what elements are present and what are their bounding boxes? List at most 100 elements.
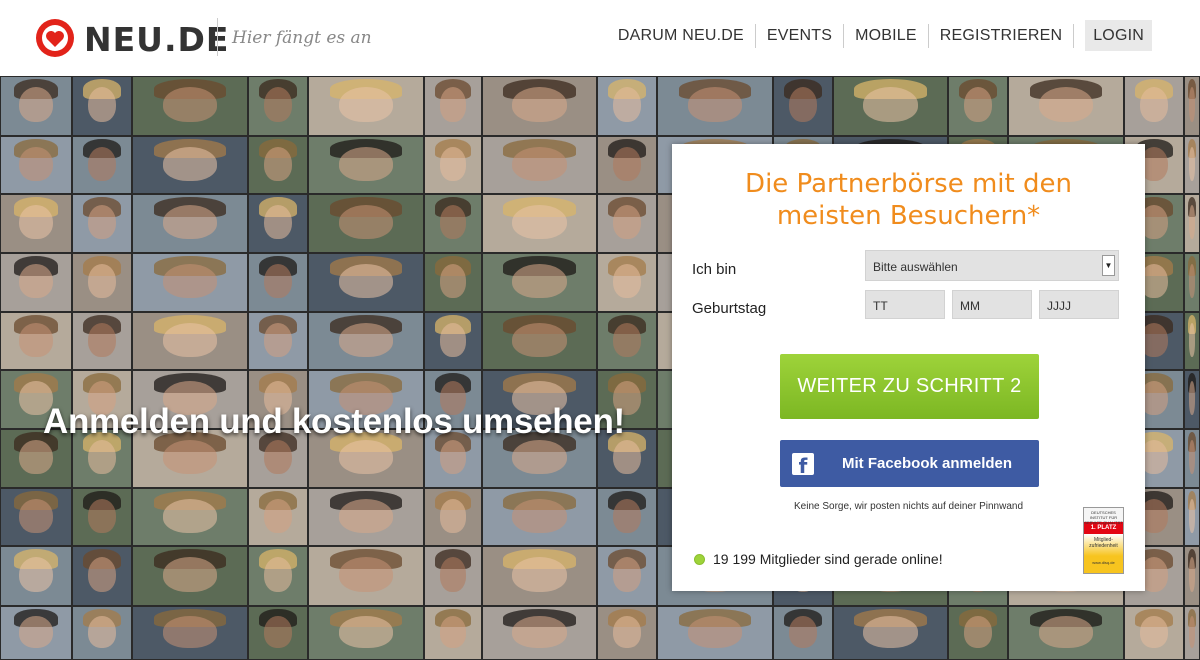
gender-select[interactable]: Bitte auswählen ▼ [865,250,1119,281]
next-step-button[interactable]: WEITER ZU SCHRITT 2 [780,354,1039,419]
facebook-login-button[interactable]: f Mit Facebook anmelden [780,440,1039,487]
member-photo [249,607,307,659]
member-photo [1,489,71,545]
facebook-note: Keine Sorge, wir posten nichts auf deine… [793,501,1024,512]
member-photo [133,489,247,545]
member-photo [949,607,1007,659]
chevron-down-icon[interactable]: ▼ [1102,255,1115,276]
member-photo [774,77,832,135]
birthday-day-field[interactable]: TT [865,290,945,319]
member-photo [73,137,131,193]
member-photo [834,607,947,659]
member-photo [425,607,481,659]
online-dot-icon [694,553,705,565]
member-photo [598,137,656,193]
signup-panel: Die Partnerbörse mit den meisten Besuche… [672,144,1145,591]
member-photo [1185,430,1199,487]
member-photo [1009,77,1123,135]
member-photo [949,77,1007,135]
member-photo [425,489,481,545]
member-photo [1185,371,1199,428]
member-photo [1185,195,1199,252]
nav-events[interactable]: EVENTS [756,20,843,51]
member-photo [133,547,247,605]
member-photo [425,77,481,135]
panel-title: Die Partnerbörse mit den meisten Besuche… [672,168,1145,232]
member-photo [249,195,307,252]
member-photo [658,77,772,135]
member-photo [1185,489,1199,545]
member-photo [309,137,423,193]
gender-label: Ich bin [692,261,737,278]
member-photo [1185,137,1199,193]
birthday-year-field[interactable]: JJJJ [1039,290,1119,319]
birthday-label: Geburtstag [692,300,767,317]
panel-title-line1: Die Partnerbörse mit den [745,169,1072,199]
member-photo [73,607,131,659]
header-divider [217,18,218,56]
member-photo [73,254,131,311]
nav-registrieren[interactable]: REGISTRIEREN [929,20,1073,51]
member-photo [1185,607,1199,659]
award-header: DEUTSCHES INSTITUT FÜR SERVICE-QUALITÄT [1084,508,1123,525]
member-photo [425,137,481,193]
login-button[interactable]: LOGIN [1085,20,1152,51]
member-photo [598,547,656,605]
panel-title-line2: meisten Besuchern* [776,201,1041,231]
member-photo [1,77,71,135]
member-photo [598,489,656,545]
nav-darum-neu-de[interactable]: DARUM NEU.DE [607,20,755,51]
member-photo [1,547,71,605]
member-photo [73,547,131,605]
member-photo [483,77,596,135]
member-photo [1185,77,1199,135]
member-photo [483,137,596,193]
brand-name[interactable]: NEU.DE [84,20,229,59]
facebook-button-label: Mit Facebook anmelden [842,455,1013,472]
award-badge[interactable]: DEUTSCHES INSTITUT FÜR SERVICE-QUALITÄT … [1083,507,1124,574]
member-photo [598,77,656,135]
member-photo [1125,607,1183,659]
member-photo [598,313,656,369]
member-photo [483,195,596,252]
member-photo [598,607,656,659]
member-photo [483,489,596,545]
member-photo [133,195,247,252]
member-photo [249,313,307,369]
heart-logo-icon[interactable] [34,17,76,59]
member-photo [658,607,772,659]
nav-separator [1073,23,1075,48]
member-photo [483,547,596,605]
tagline: Hier fängt es an [232,28,372,48]
member-photo [133,607,247,659]
member-photo [483,313,596,369]
member-photo [425,254,481,311]
member-photo [309,77,423,135]
member-photo [133,77,247,135]
award-subtitle: Mitglied-zufriedenheit [1084,534,1123,556]
member-photo [598,254,656,311]
member-photo [133,137,247,193]
member-photo [73,489,131,545]
member-photo [1185,254,1199,311]
member-photo [1185,313,1199,369]
member-photo [309,195,423,252]
gender-select-value: Bitte auswählen [873,260,958,274]
nav-mobile[interactable]: MOBILE [844,20,928,51]
member-photo [483,254,596,311]
hero-headline: Anmelden und kostenlos umsehen! [43,402,625,441]
member-photo [133,254,247,311]
member-photo [309,313,423,369]
member-photo [73,77,131,135]
member-photo [774,607,832,659]
online-status: 19 199 Mitglieder sind gerade online! [694,551,943,567]
member-photo [834,77,947,135]
member-photo [249,77,307,135]
member-photo [309,607,423,659]
main-nav: DARUM NEU.DE EVENTS MOBILE REGISTRIEREN … [607,20,1152,51]
birthday-month-field[interactable]: MM [952,290,1032,319]
site-header: NEU.DE Hier fängt es an DARUM NEU.DE EVE… [0,0,1200,76]
member-photo [249,254,307,311]
online-status-text: 19 199 Mitglieder sind gerade online! [713,551,943,567]
member-photo [598,195,656,252]
